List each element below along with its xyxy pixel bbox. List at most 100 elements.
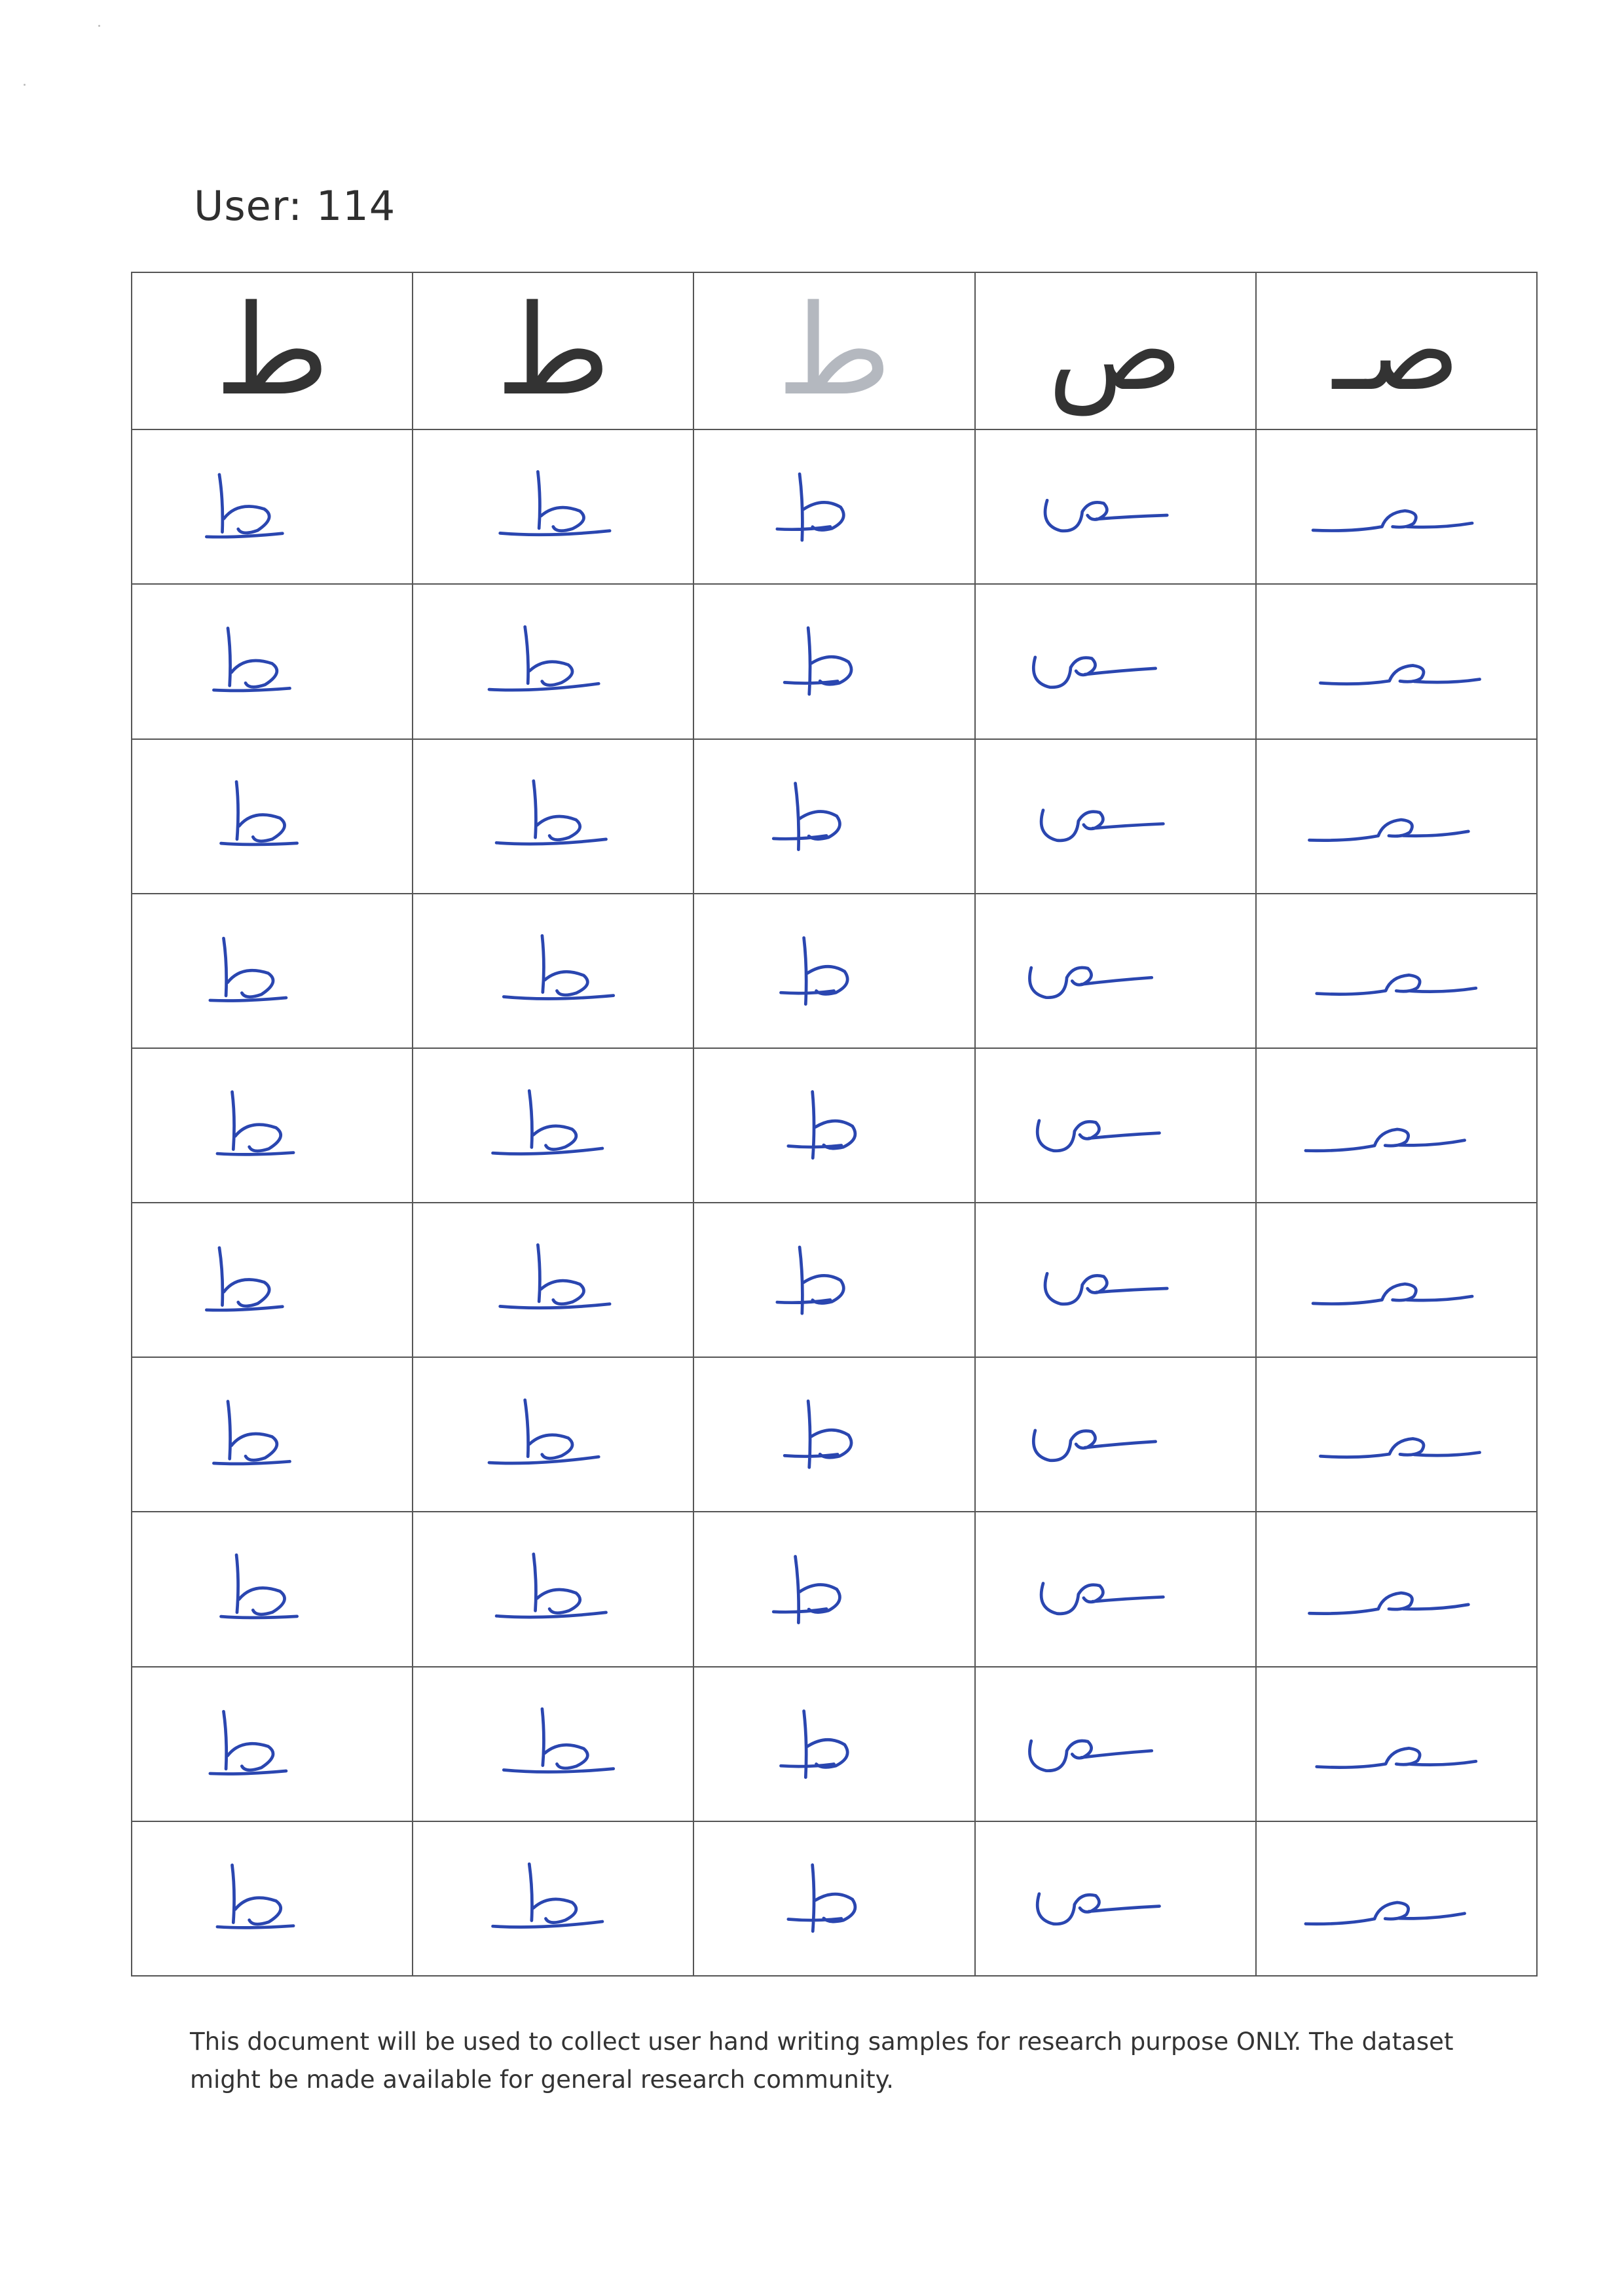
sample-cell <box>974 1511 1257 1667</box>
handwritten-sample <box>772 782 842 852</box>
handwritten-sample <box>779 1709 849 1779</box>
sample-cell <box>412 1047 695 1204</box>
handwritten-sample <box>491 1862 604 1929</box>
handwritten-sample <box>212 627 291 693</box>
handwritten-sample <box>1319 664 1482 686</box>
sample-row <box>130 1666 1538 1822</box>
handwritten-sample <box>212 1400 291 1466</box>
handwritten-sample <box>1315 973 1478 996</box>
reference-cell: ص <box>974 271 1257 431</box>
handwritten-sample <box>1039 809 1165 843</box>
handwritten-sample <box>502 934 616 1000</box>
handwritten-sample <box>783 1399 853 1469</box>
sample-cell <box>130 1666 414 1822</box>
user-id-label: User: 114 <box>194 182 396 230</box>
sample-row <box>130 1047 1538 1204</box>
handwritten-sample <box>1036 1119 1162 1152</box>
sample-cell <box>974 738 1257 894</box>
sample-cell <box>412 429 695 585</box>
handwritten-sample <box>1304 1127 1467 1152</box>
sample-row <box>130 1202 1538 1358</box>
handwritten-sample <box>1032 1429 1158 1463</box>
research-disclaimer: This document will be used to collect us… <box>190 2028 1454 2094</box>
sample-cell <box>693 1047 976 1204</box>
sample-cell <box>1255 583 1538 740</box>
scan-speck <box>98 25 100 27</box>
reference-cell: ط <box>693 271 976 431</box>
sample-cell <box>974 429 1257 585</box>
sample-cell <box>412 738 695 894</box>
handwritten-sample <box>205 1246 284 1312</box>
handwritten-sample <box>1319 1437 1482 1459</box>
sample-cell <box>412 1202 695 1358</box>
handwritten-sample <box>208 936 288 1002</box>
sample-row <box>130 892 1538 1049</box>
sample-row <box>130 1820 1538 1977</box>
handwritten-sample <box>205 473 284 539</box>
sample-cell <box>412 892 695 1049</box>
handwritten-sample <box>1043 499 1169 533</box>
sample-cell <box>1255 1511 1538 1667</box>
sample-cell <box>1255 1047 1538 1204</box>
sample-cell <box>693 738 976 894</box>
sample-cell <box>974 892 1257 1049</box>
sample-cell <box>974 583 1257 740</box>
sample-cell <box>412 1820 695 1977</box>
handwritten-sample <box>215 1863 295 1929</box>
sample-cell <box>130 1820 414 1977</box>
handwritten-sample <box>1312 509 1474 533</box>
handwriting-sample-grid: ط ط ط ص صـ <box>130 271 1538 1977</box>
handwritten-sample <box>1315 1746 1478 1769</box>
sample-cell <box>412 583 695 740</box>
handwritten-sample <box>219 780 299 847</box>
handwritten-sample <box>219 1554 299 1620</box>
reference-cell: صـ <box>1255 271 1538 431</box>
handwritten-sample <box>491 1089 604 1156</box>
handwritten-sample <box>783 626 853 696</box>
sample-cell <box>412 1357 695 1513</box>
handwritten-sample <box>775 1245 846 1315</box>
handwritten-sample <box>1308 818 1471 843</box>
sample-cell <box>974 1666 1257 1822</box>
sample-cell <box>130 892 414 1049</box>
sample-row <box>130 583 1538 740</box>
sample-cell <box>1255 892 1538 1049</box>
sample-cell <box>693 1202 976 1358</box>
handwritten-sample <box>495 1552 608 1619</box>
sample-cell <box>130 1202 414 1358</box>
handwritten-sample <box>495 779 608 846</box>
sample-cell <box>130 738 414 894</box>
sample-cell <box>130 429 414 585</box>
sample-cell <box>130 1357 414 1513</box>
sample-cell <box>693 892 976 1049</box>
sample-cell <box>693 1666 976 1822</box>
sample-cell <box>130 1511 414 1667</box>
sample-row <box>130 738 1538 894</box>
sample-cell <box>1255 738 1538 894</box>
sample-row <box>130 1357 1538 1513</box>
reference-glyph: صـ <box>1333 286 1460 416</box>
sample-cell <box>412 1511 695 1667</box>
handwritten-sample <box>487 1398 600 1465</box>
handwritten-sample <box>1043 1271 1169 1306</box>
handwritten-sample <box>1039 1582 1165 1616</box>
sample-row <box>130 429 1538 585</box>
reference-cell: ط <box>412 271 695 431</box>
handwritten-sample <box>498 1243 612 1310</box>
reference-glyph: ط <box>495 278 611 424</box>
sample-cell <box>1255 1820 1538 1977</box>
sample-cell <box>974 1357 1257 1513</box>
sample-cell <box>974 1202 1257 1358</box>
reference-glyph: ط <box>214 278 330 424</box>
handwritten-sample <box>502 1707 616 1774</box>
handwritten-sample <box>786 1089 857 1160</box>
handwritten-sample <box>1312 1282 1474 1305</box>
handwritten-sample <box>1304 1901 1467 1925</box>
scan-speck <box>24 84 26 86</box>
sample-cell <box>1255 1357 1538 1513</box>
sample-row <box>130 1511 1538 1667</box>
sample-cell <box>693 1511 976 1667</box>
sample-cell <box>974 1820 1257 1977</box>
sample-cell <box>974 1047 1257 1204</box>
sample-cell <box>1255 1666 1538 1822</box>
